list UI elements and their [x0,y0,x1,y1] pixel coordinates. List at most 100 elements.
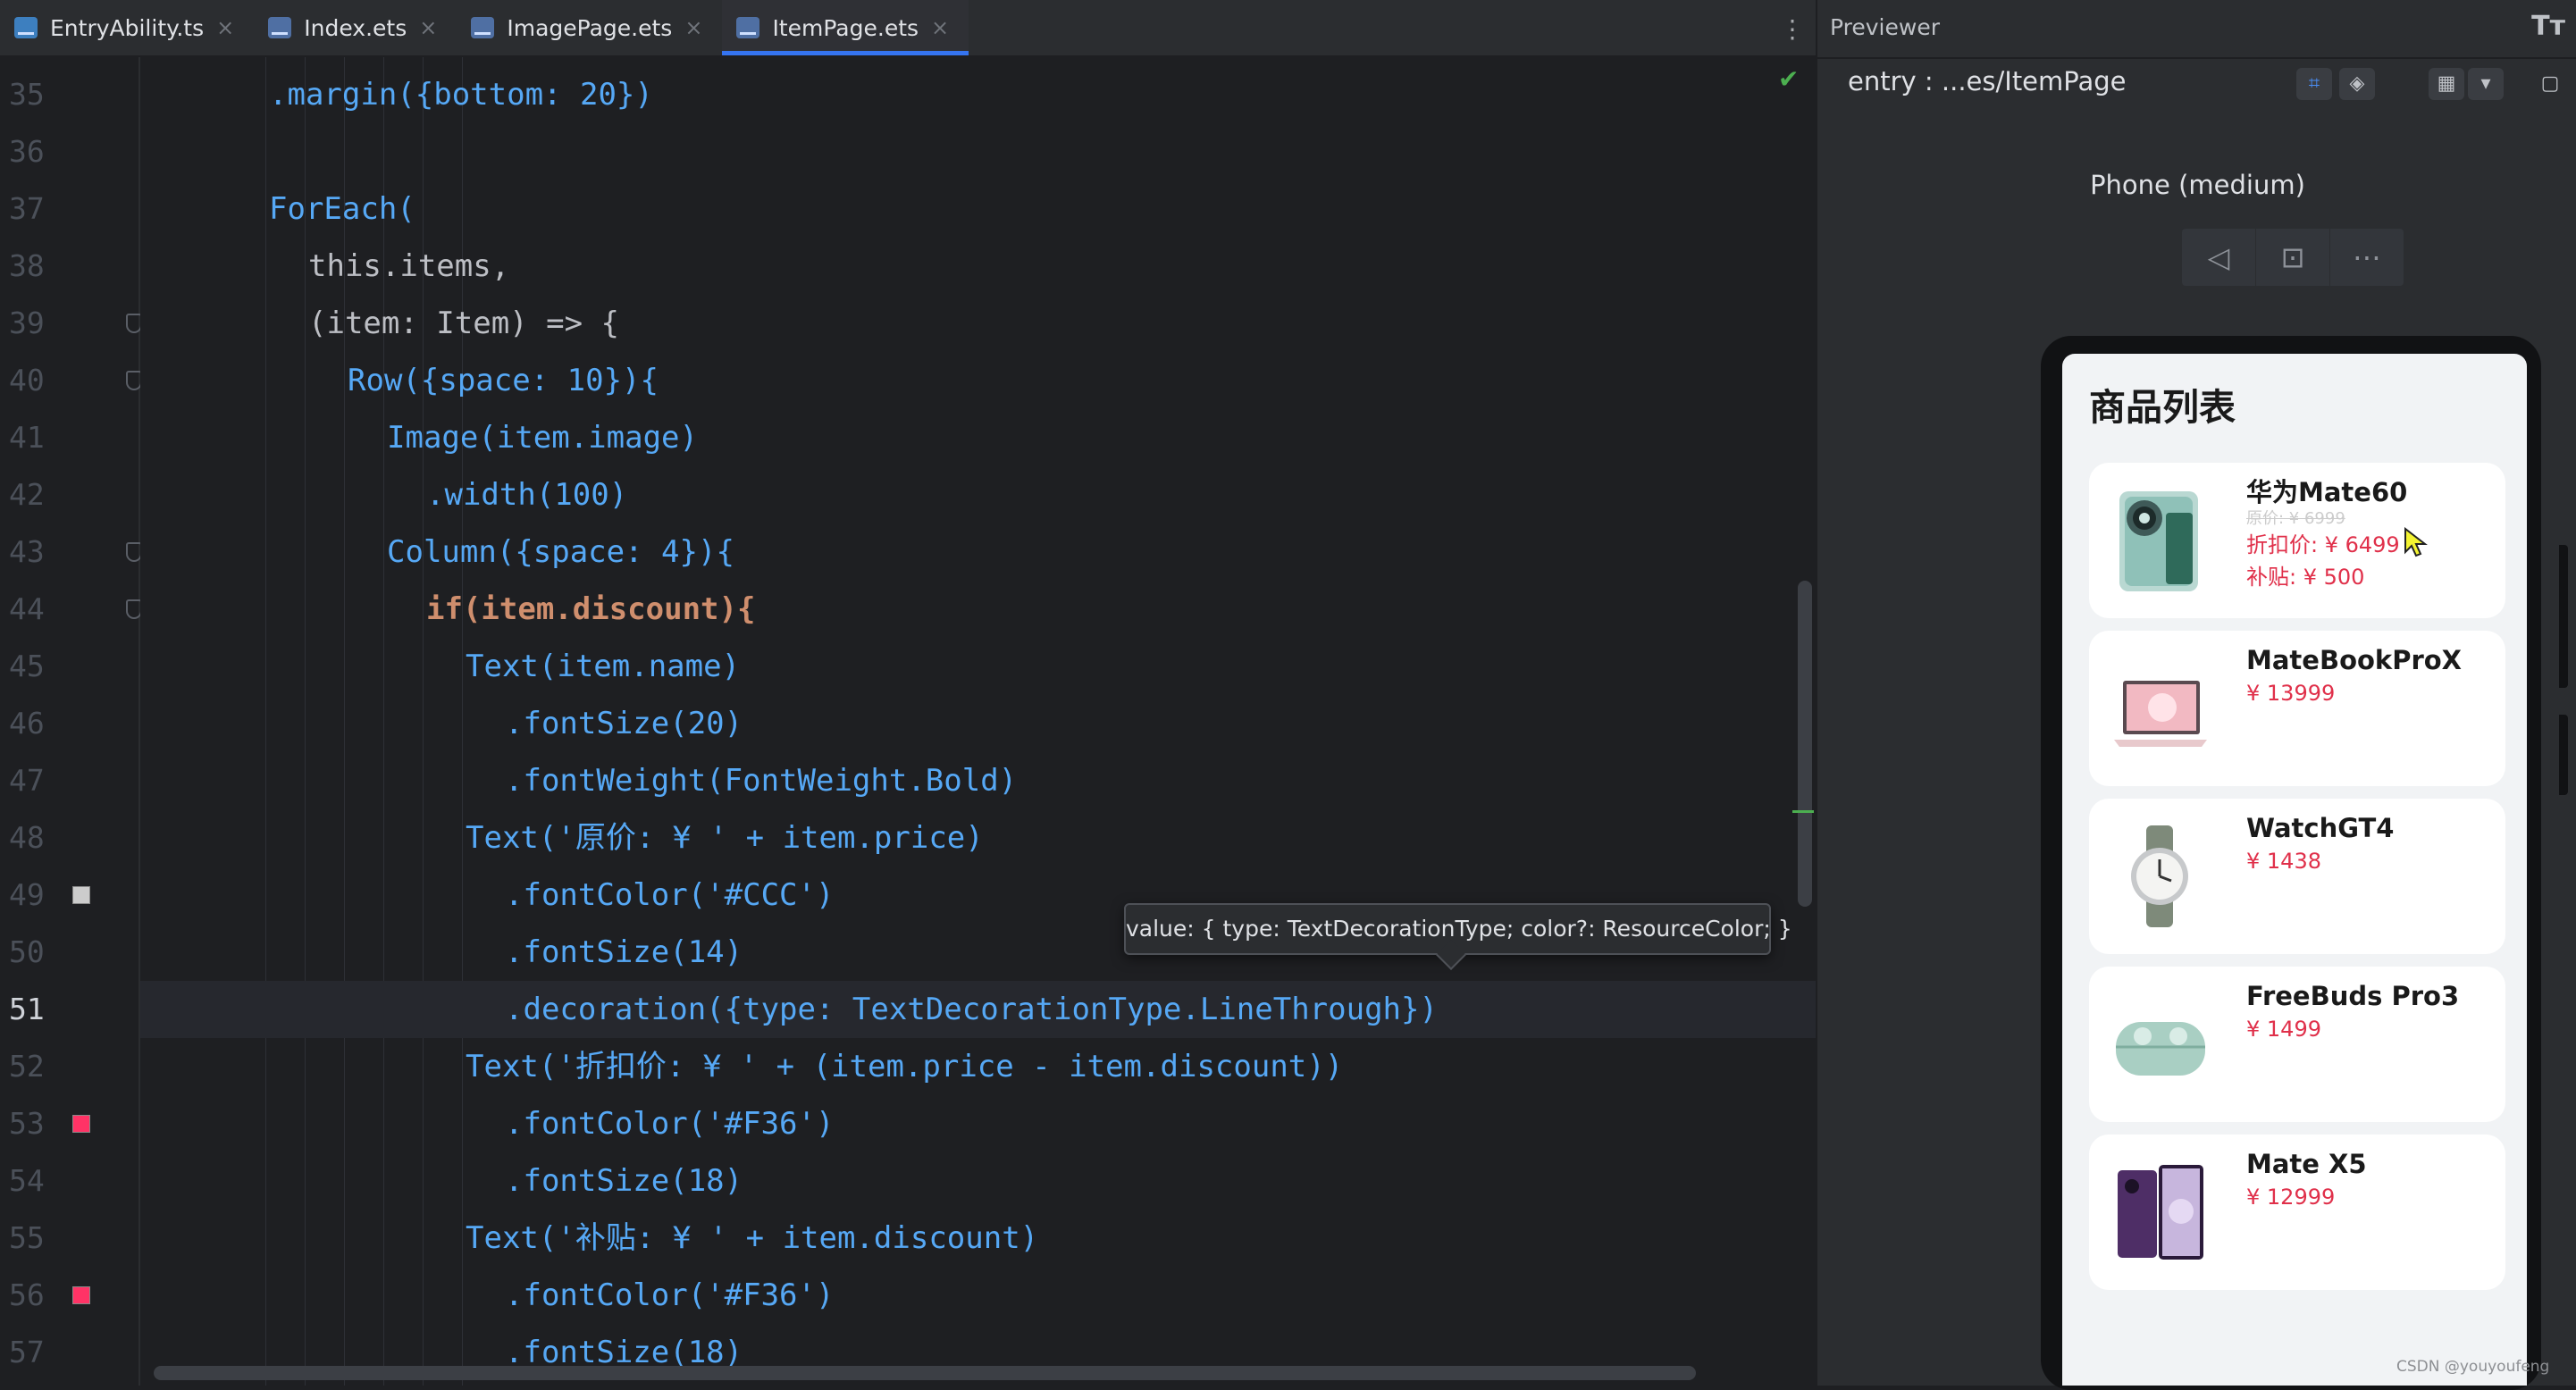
code-line: Column({space: 4}){ [387,523,1816,581]
previewer-panel: Previewer Tт entry : ...es/ItemPage ⌗ ◈ … [1816,0,2576,1390]
product-name: WatchGT4 [2246,813,2395,843]
code-text: ForEach( [269,191,415,227]
color-swatch-f36[interactable] [72,1115,90,1133]
code-text: this.items, [308,248,510,284]
tab-itempage[interactable]: ItemPage.ets × [722,0,969,55]
product-name: FreeBuds Pro3 [2246,981,2460,1011]
phone-screen: 商品列表 华为Mate60 原价: ¥ 6999 折扣价: ¥ 6499 补贴:… [2062,354,2527,1386]
editor-tab-bar: EntryAbility.ts × Index.ets × ImagePage.… [0,0,1816,57]
discount-price: 折扣价: ¥ 6499 [2246,532,2400,557]
code-line: .fontWeight(FontWeight.Bold) [505,752,1816,809]
original-price: 原价: ¥ 6999 [2246,509,2345,528]
product-price: ¥ 1438 [2246,849,2321,874]
line-number: 37 [9,191,45,226]
line-number: 36 [9,134,45,169]
code-line-current: .decoration({type: TextDecorationType.Li… [140,981,1816,1038]
close-icon[interactable]: × [931,15,949,40]
vertical-scrollbar[interactable] [1798,581,1812,907]
grid-icon[interactable]: ▦ [2429,68,2464,100]
ets-file-icon [471,17,495,38]
device-label: Phone (medium) [2090,170,2305,200]
code-line: Text('原价: ¥ ' + item.price) [466,809,1816,867]
line-number: 52 [9,1049,45,1084]
line-gutter: 35 36 37 38 39 40 41 42 43 44 45 46 47 4… [0,57,142,1386]
ets-file-icon [736,17,760,38]
product-card[interactable]: Mate X5 ¥ 12999 [2089,1135,2505,1290]
line-number-current: 51 [9,992,45,1026]
line-number: 56 [9,1277,45,1312]
code-line: .fontSize(18) [505,1152,1816,1210]
code-text: Text('折扣价: ¥ ' + (item.price - item.disc… [466,1049,1344,1084]
parameter-info-tooltip: value: { type: TextDecorationType; color… [1124,903,1792,955]
close-icon[interactable]: × [684,15,702,40]
rotate-icon[interactable]: ⊡ [2256,229,2330,286]
code-text: .fontSize(20) [505,706,743,741]
watch-product-image [2131,825,2188,927]
code-line: (item: Item) => { [308,295,1816,352]
tab-index[interactable]: Index.ets × [254,0,457,55]
foldable-phone-product-image [2118,1165,2203,1260]
line-number: 42 [9,477,45,512]
subsidy: 补贴: ¥ 500 [2246,565,2365,590]
code-text: Column({space: 4}){ [387,534,734,570]
code-text: .margin({bottom: 20}) [269,77,653,113]
product-info: 华为Mate60 原价: ¥ 6999 折扣价: ¥ 6499 补贴: ¥ 50… [2246,475,2407,593]
frame-icon[interactable]: ▢ [2532,68,2568,100]
code-line: Image(item.image) [387,409,1816,466]
product-card[interactable]: 华为Mate60 原价: ¥ 6999 折扣价: ¥ 6499 补贴: ¥ 50… [2089,463,2505,618]
product-card[interactable]: MateBookProX ¥ 13999 [2089,631,2505,786]
product-info: MateBookProX ¥ 13999 [2246,643,2462,709]
code-text: .fontColor('#F36') [505,1277,835,1313]
line-number: 57 [9,1335,45,1369]
font-size-icon[interactable]: Tт [2531,11,2565,42]
horizontal-scrollbar[interactable] [154,1366,1696,1380]
code-text: (item: Item) => { [308,306,619,341]
code-text: Text(item.name) [466,649,741,684]
code-text: Text('补贴: ¥ ' + item.discount) [466,1220,1039,1256]
code-editor[interactable]: .margin({bottom: 20}) ForEach( this.item… [140,57,1816,1386]
previewer-header: Previewer Tт [1817,0,2576,59]
line-number: 45 [9,649,45,683]
product-info: FreeBuds Pro3 ¥ 1499 [2246,979,2459,1045]
inspect-icon[interactable]: ⌗ [2296,68,2332,100]
line-number: 49 [9,877,45,912]
tab-imagepage[interactable]: ImagePage.ets × [457,0,722,55]
line-number: 35 [9,77,45,112]
back-icon[interactable]: ◁ [2182,229,2256,286]
previewer-path: entry : ...es/ItemPage [1848,66,2127,96]
close-icon[interactable]: × [419,15,437,40]
code-text: .fontColor('#F36') [505,1106,835,1142]
code-text: .fontSize(14) [505,934,743,970]
code-line: .fontColor('#F36') [505,1267,1816,1324]
more-options-icon[interactable]: ⋮ [1780,14,1805,44]
tab-entryability[interactable]: EntryAbility.ts × [0,0,254,55]
code-text: .fontWeight(FontWeight.Bold) [505,763,1018,799]
close-icon[interactable]: × [216,15,234,40]
earbuds-product-image [2116,1022,2205,1076]
product-card[interactable]: WatchGT4 ¥ 1438 [2089,799,2505,954]
tab-label: ItemPage.ets [772,14,919,41]
product-name: 华为Mate60 [2246,477,2408,507]
line-number: 44 [9,591,45,626]
line-number: 46 [9,706,45,741]
color-swatch-ccc[interactable] [72,886,90,904]
mouse-cursor-icon [2404,527,2428,557]
color-swatch-f36[interactable] [72,1286,90,1304]
code-text: .decoration({type: TextDecorationType.Li… [505,992,1438,1027]
inspection-ok-icon[interactable]: ✔ [1778,64,1799,94]
code-text: Row({space: 10}){ [348,363,659,398]
more-icon[interactable]: ⋯ [2330,229,2404,286]
layers-icon[interactable]: ◈ [2339,68,2375,100]
code-line: .fontSize(20) [505,695,1816,752]
line-number: 39 [9,306,45,340]
line-number: 40 [9,363,45,398]
tab-label: EntryAbility.ts [50,14,205,41]
tab-label: ImagePage.ets [507,14,673,41]
product-price: ¥ 12999 [2246,1185,2336,1210]
code-line: Text('折扣价: ¥ ' + (item.price - item.disc… [466,1038,1816,1095]
watermark: CSDN @youyoufeng [2396,1358,2550,1376]
chevron-down-icon[interactable]: ▾ [2468,68,2504,100]
product-card[interactable]: FreeBuds Pro3 ¥ 1499 [2089,967,2505,1122]
code-line: ForEach( [269,180,1816,238]
code-line: Row({space: 10}){ [348,352,1816,409]
